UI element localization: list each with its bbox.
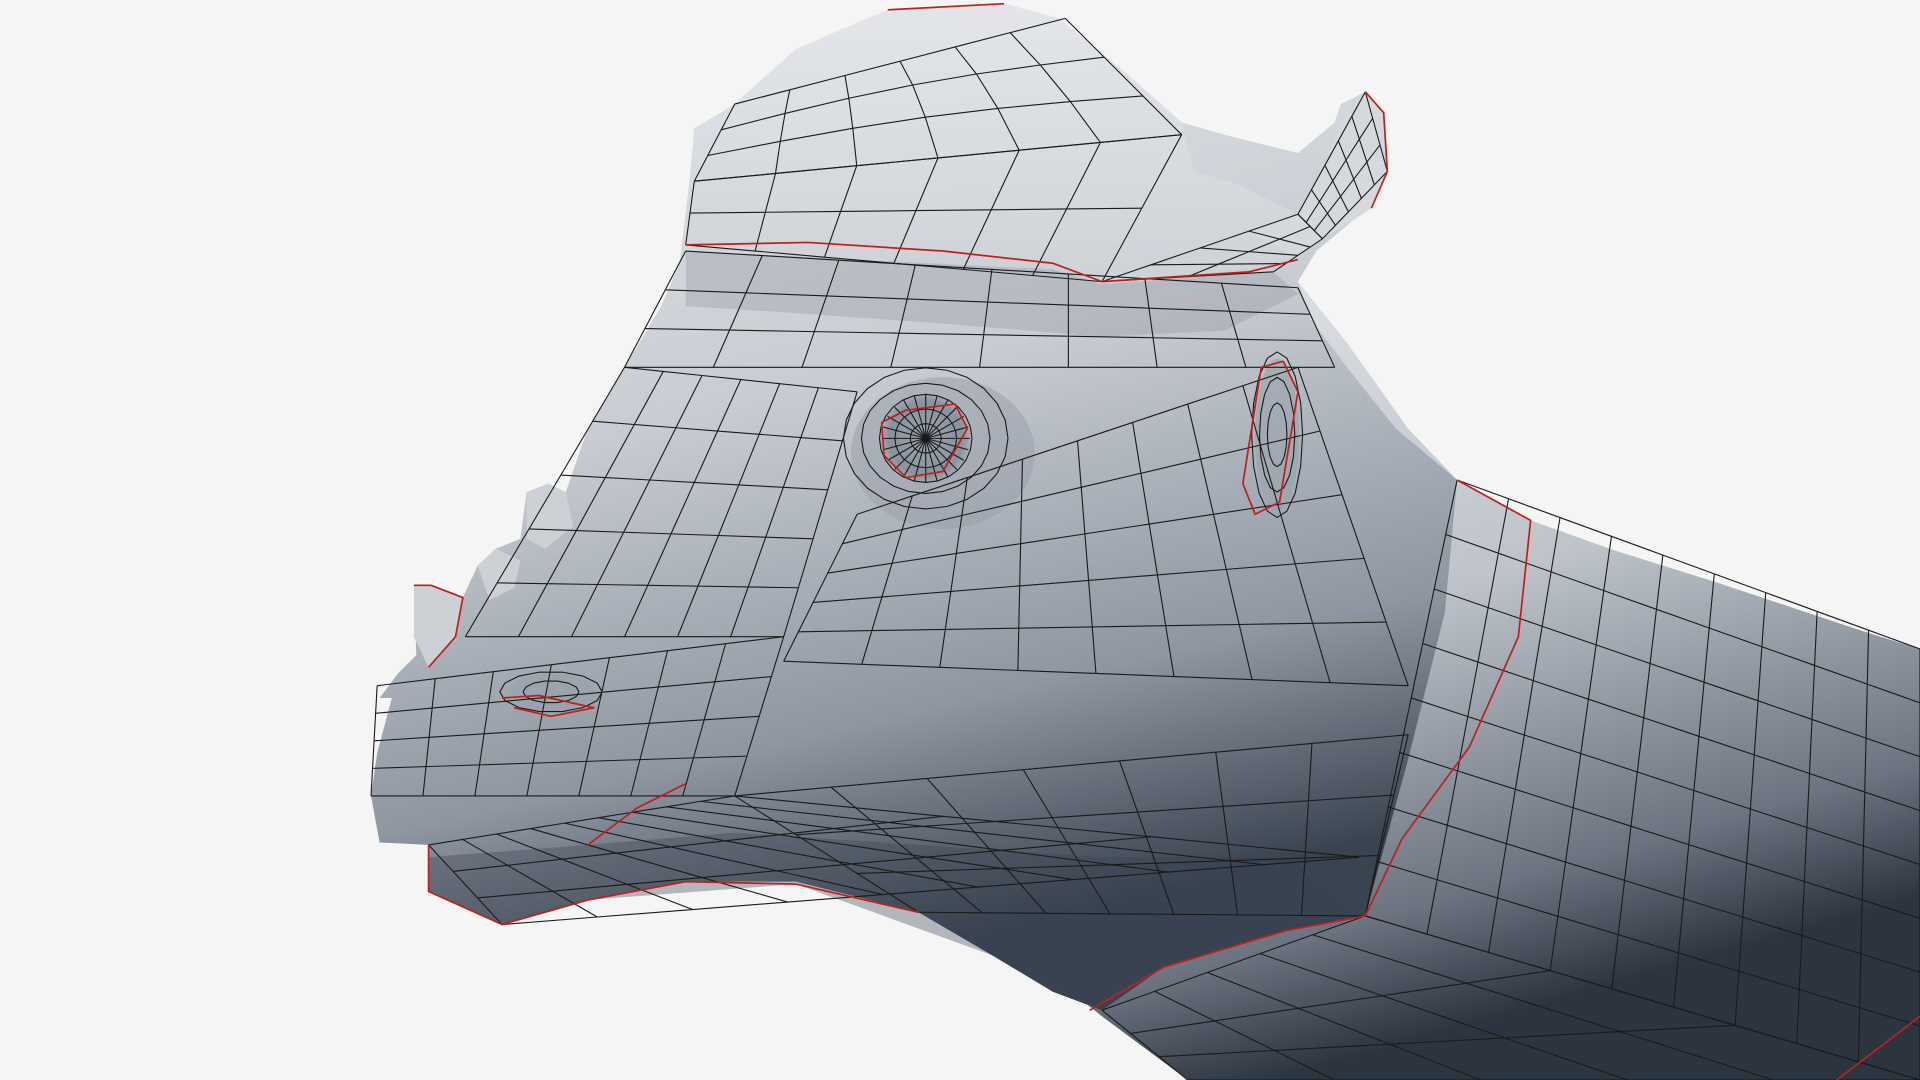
model-surface xyxy=(371,3,1920,1080)
3d-viewport[interactable] xyxy=(0,0,1920,1080)
wireframe-model xyxy=(370,2,1920,1080)
